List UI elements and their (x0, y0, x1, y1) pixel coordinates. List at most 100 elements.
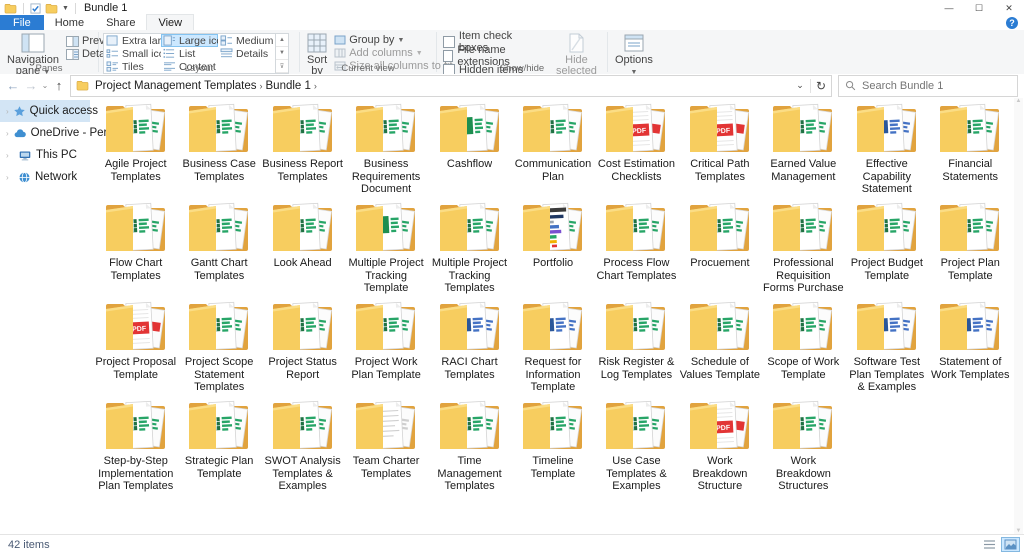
folder-item[interactable]: Earned Value Management (762, 100, 845, 199)
folder-item[interactable]: Project Budget Template (845, 199, 928, 298)
folder-item[interactable]: Scope of Work Template (762, 298, 845, 397)
breadcrumb-segment[interactable]: Project Management Templates (95, 80, 257, 92)
folder-item[interactable]: Team Charter Templates (344, 397, 427, 496)
expand-chevron-icon[interactable]: › (6, 173, 14, 182)
checkbox-file-name-extensions[interactable]: File name extensions (443, 49, 544, 62)
gallery-down-icon[interactable]: ▼ (276, 47, 288, 60)
minimize-button[interactable]: — (934, 0, 964, 16)
folder-item[interactable]: Process Flow Chart Templates (595, 199, 678, 298)
up-button[interactable]: ↑ (50, 78, 68, 93)
folder-item[interactable]: Work Breakdown Structures Templates (762, 397, 845, 496)
properties-icon[interactable] (30, 3, 41, 14)
forward-button[interactable]: → (22, 78, 40, 93)
folder-item[interactable]: PDF Project Proposal Template (94, 298, 177, 397)
large-icons-view-toggle[interactable] (1001, 537, 1020, 552)
folder-item[interactable]: Statement of Work Templates (929, 298, 1012, 397)
layout-option-medium-icons[interactable]: Medium icons (218, 34, 275, 47)
tab-share[interactable]: Share (95, 15, 146, 30)
panes-group-label: Panes (0, 63, 98, 74)
breadcrumb-segment[interactable]: Bundle 1 (266, 80, 311, 92)
folder-item[interactable]: RACI Chart Templates (428, 298, 511, 397)
folder-item[interactable]: Schedule of Values Template (678, 298, 761, 397)
recent-locations-chevron-icon[interactable]: ⌄ (40, 81, 50, 90)
folder-item[interactable]: Request for Information Template (511, 298, 594, 397)
folder-item[interactable]: Multiple Project Tracking Templates (428, 199, 511, 298)
expand-chevron-icon[interactable]: › (6, 129, 9, 138)
tab-view[interactable]: View (146, 14, 194, 30)
checkbox-icon[interactable] (443, 36, 455, 48)
new-folder-icon[interactable] (45, 3, 58, 14)
scroll-up-icon[interactable]: ▲ (1016, 98, 1022, 104)
folder-item[interactable]: Business Requirements Document Templates (344, 100, 427, 199)
sidebar-item-quick-access[interactable]: ›Quick access (0, 100, 90, 122)
sidebar-item-this-pc[interactable]: ›This PC (0, 144, 90, 166)
folder-label: Communication Plan (512, 158, 594, 183)
layout-option-small-icons[interactable]: Small icons (104, 47, 161, 60)
folder-item[interactable]: Software Test Plan Templates & Examples (845, 298, 928, 397)
help-button[interactable]: ? (1006, 17, 1018, 29)
folder-item[interactable]: SWOT Analysis Templates & Examples (261, 397, 344, 496)
folder-item[interactable]: Financial Statements (929, 100, 1012, 199)
folder-item[interactable]: PDF Work Breakdown Structure Template (678, 397, 761, 496)
address-box[interactable]: Project Management Templates›Bundle 1› ⌄… (70, 75, 832, 97)
folder-item[interactable]: Communication Plan (511, 100, 594, 199)
customize-qat-chevron-icon[interactable]: ▼ (62, 5, 69, 12)
vertical-scrollbar[interactable]: ▲ ▼ (1014, 98, 1023, 534)
folder-item[interactable]: Cashflow (428, 100, 511, 199)
sidebar-item-onedrive-personal[interactable]: ›OneDrive - Personal (0, 122, 90, 144)
folder-label: Project Scope Statement Templates (178, 356, 260, 394)
sidebar-item-network[interactable]: ›Network (0, 166, 90, 188)
svg-text:PDF: PDF (632, 128, 647, 136)
breadcrumb-chevron-icon[interactable]: › (260, 81, 263, 91)
details-view-icon (220, 48, 233, 59)
folder-item[interactable]: Project Plan Template (929, 199, 1012, 298)
layout-option-list[interactable]: List (161, 47, 218, 60)
folder-item[interactable]: PDF Critical Path Templates (678, 100, 761, 199)
layout-option-extra-large-icons[interactable]: Extra large icons (104, 34, 161, 47)
folder-item[interactable]: PDF Cost Estimation Checklists (595, 100, 678, 199)
layout-option-large-icons[interactable]: Large icons (161, 34, 218, 47)
breadcrumb-chevron-icon[interactable]: › (314, 81, 317, 91)
folder-item[interactable]: Professional Requisition Forms Purchase … (762, 199, 845, 298)
group-by-label: Group by (349, 34, 394, 46)
folder-icon (186, 100, 252, 158)
search-input[interactable] (860, 79, 1017, 93)
folder-item[interactable]: Look Ahead (261, 199, 344, 298)
folder-item[interactable]: Project Scope Statement Templates (177, 298, 260, 397)
folder-label: Financial Statements (929, 158, 1011, 183)
folder-item[interactable]: Procuement (678, 199, 761, 298)
maximize-button[interactable]: ☐ (964, 0, 994, 16)
add-columns-label: Add columns (349, 47, 413, 59)
expand-chevron-icon[interactable]: › (6, 107, 9, 116)
folder-item[interactable]: Project Status Report (261, 298, 344, 397)
folder-item[interactable]: Business Case Templates (177, 100, 260, 199)
folder-item[interactable]: Risk Register & Log Templates (595, 298, 678, 397)
folder-item[interactable]: Agile Project Templates (94, 100, 177, 199)
folder-item[interactable]: Use Case Templates & Examples (595, 397, 678, 496)
tab-home[interactable]: Home (44, 15, 95, 30)
layout-option-details[interactable]: Details (218, 47, 275, 60)
refresh-icon[interactable]: ↻ (811, 79, 831, 93)
folder-item[interactable]: Flow Chart Templates (94, 199, 177, 298)
folder-item[interactable]: Time Management Templates (428, 397, 511, 496)
address-dropdown-chevron-icon[interactable]: ⌄ (790, 80, 810, 91)
layout-option-label: Details (236, 48, 268, 60)
tab-file[interactable]: File (0, 15, 44, 30)
details-view-toggle[interactable] (980, 537, 999, 552)
folder-item[interactable]: Strategic Plan Template (177, 397, 260, 496)
folder-item[interactable]: Business Report Templates (261, 100, 344, 199)
window-title: Bundle 1 (84, 2, 127, 14)
folder-icon (603, 199, 669, 257)
checkbox-icon[interactable] (443, 50, 453, 62)
folder-item[interactable]: Timeline Template (511, 397, 594, 496)
folder-item[interactable]: Step-by-Step Implementation Plan Templat… (94, 397, 177, 496)
close-button[interactable]: ✕ (994, 0, 1024, 16)
folder-item[interactable]: Project Work Plan Template (344, 298, 427, 397)
folder-item[interactable]: Gantt Chart Templates (177, 199, 260, 298)
gallery-up-icon[interactable]: ▲ (276, 34, 288, 47)
folder-item[interactable]: Multiple Project Tracking Template (344, 199, 427, 298)
folder-item[interactable]: Effective Capability Statement Template (845, 100, 928, 199)
expand-chevron-icon[interactable]: › (6, 151, 14, 160)
back-button[interactable]: ← (4, 78, 22, 93)
folder-item[interactable]: Portfolio (511, 199, 594, 298)
